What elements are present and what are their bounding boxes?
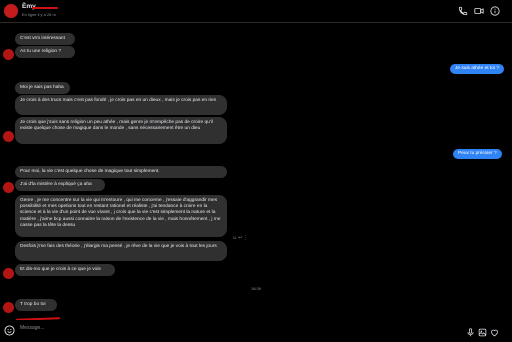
- composer: Message...: [0, 320, 512, 337]
- incoming-message: J'ai d'la mistère à expliqué ça aha: [15, 179, 105, 192]
- contact-avatar-small: [3, 131, 14, 142]
- incoming-message: T trop bo toi: [15, 299, 57, 312]
- name-redaction-scribble: [32, 7, 58, 9]
- message-thread[interactable]: C'est vrm intéressant As tu une religion…: [0, 23, 512, 316]
- incoming-message: Je crois que j'suis sans religion un peu…: [15, 117, 227, 144]
- incoming-message: C'est vrm intéressant: [15, 33, 75, 46]
- emoji-icon[interactable]: [4, 323, 15, 336]
- info-icon[interactable]: [490, 6, 500, 16]
- outgoing-message: Peux tu préciser ?: [453, 149, 502, 159]
- outgoing-message: Je suis athée et toi ?: [450, 64, 504, 74]
- contact-avatar-small: [3, 302, 14, 313]
- incoming-message: Pour moi, la vie c'est quelque chose de …: [15, 166, 227, 179]
- incoming-message: As tu une religion ?: [15, 46, 75, 59]
- timestamp: 18:39: [250, 286, 261, 291]
- contact-status: En ligne il y a 26 m: [22, 12, 56, 17]
- phone-icon[interactable]: [458, 6, 468, 16]
- incoming-message: Moi je sais pas haha: [15, 82, 70, 95]
- heart-icon[interactable]: [490, 324, 499, 337]
- message-placeholder: Message...: [20, 325, 45, 331]
- chat-header: Èmy En ligne il y a 26 m: [0, 0, 512, 23]
- message-actions[interactable]: ☺↩⋮: [232, 235, 249, 241]
- incoming-message: Je crois à des trucs mais c'est pas fond…: [15, 95, 227, 115]
- contact-avatar-small: [3, 49, 14, 60]
- incoming-message: Et dis-mo que je crois à ce que je vois: [15, 264, 115, 277]
- microphone-icon[interactable]: [466, 324, 475, 337]
- incoming-message: Genre , je me concentre sur la vie qui m…: [15, 195, 227, 237]
- contact-avatar-small: [3, 182, 14, 193]
- image-icon[interactable]: [478, 324, 487, 337]
- message-input[interactable]: [18, 322, 508, 335]
- incoming-message: Desfois j'me fais des théorie , j'élargi…: [15, 241, 227, 261]
- video-call-icon[interactable]: [474, 6, 484, 16]
- contact-avatar[interactable]: [4, 4, 18, 18]
- more-icon[interactable]: ⋮: [243, 235, 249, 241]
- contact-avatar-small: [3, 268, 14, 279]
